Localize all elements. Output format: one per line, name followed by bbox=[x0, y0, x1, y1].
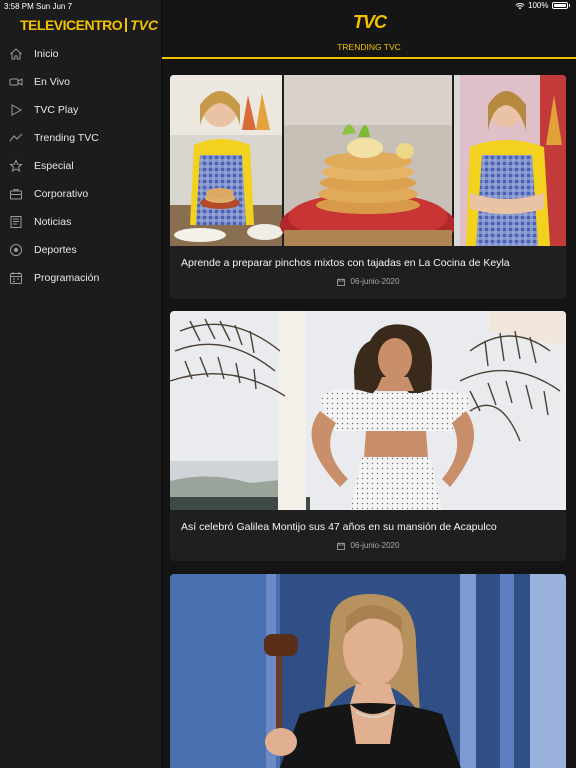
calendar-icon bbox=[9, 271, 23, 285]
sidebar-item-tvc-play[interactable]: TVC Play bbox=[0, 96, 160, 124]
sidebar-item-label: Noticias bbox=[34, 216, 72, 228]
status-time: 3:58 PM bbox=[4, 2, 34, 11]
sidebar-item-programacion[interactable]: Programación bbox=[0, 264, 160, 292]
sidebar-item-label: Inicio bbox=[34, 48, 59, 60]
brand-logo[interactable]: TELEVICENTRO TVC bbox=[20, 15, 158, 35]
sidebar-item-corporativo[interactable]: Corporativo bbox=[0, 180, 160, 208]
star-icon bbox=[9, 159, 23, 173]
sidebar-item-deportes[interactable]: Deportes bbox=[0, 236, 160, 264]
article-date-text: 06-junio-2020 bbox=[350, 277, 400, 286]
sidebar-item-trending-tvc[interactable]: Trending TVC bbox=[0, 124, 160, 152]
sidebar-item-label: TVC Play bbox=[34, 104, 79, 116]
battery-icon bbox=[551, 2, 568, 9]
brand-short: TVC bbox=[130, 17, 159, 33]
sidebar-item-label: En Vivo bbox=[34, 76, 70, 88]
article-image[interactable] bbox=[170, 574, 566, 768]
header-logo[interactable]: TVC bbox=[353, 12, 387, 33]
article-title[interactable]: Aprende a preparar pinchos mixtos con ta… bbox=[170, 257, 566, 269]
article-card[interactable]: Así celebró Galilea Montijo sus 47 años … bbox=[170, 311, 566, 561]
status-right: 100% bbox=[515, 1, 570, 10]
article-title[interactable]: Así celebró Galilea Montijo sus 47 años … bbox=[170, 521, 566, 533]
trending-icon bbox=[9, 131, 23, 145]
brand-word: TELEVICENTRO bbox=[20, 17, 123, 33]
status-bar: 3:58 PM Sun Jun 7 100% bbox=[0, 0, 576, 12]
sidebar-item-label: Deportes bbox=[34, 244, 77, 256]
sidebar-item-label: Especial bbox=[34, 160, 74, 172]
wifi-icon bbox=[515, 2, 525, 9]
article-date: 06-junio-2020 bbox=[170, 277, 566, 286]
sidebar-item-inicio[interactable]: Inicio bbox=[0, 40, 160, 68]
play-icon bbox=[9, 103, 23, 117]
article-date-text: 06-junio-2020 bbox=[350, 541, 400, 550]
calendar-icon bbox=[336, 542, 345, 550]
battery-percent: 100% bbox=[528, 1, 549, 10]
sidebar-item-label: Trending TVC bbox=[34, 132, 99, 144]
video-camera-icon bbox=[9, 75, 23, 89]
sidebar-item-en-vivo[interactable]: En Vivo bbox=[0, 68, 160, 96]
sidebar-item-noticias[interactable]: Noticias bbox=[0, 208, 160, 236]
sidebar-nav: Inicio En Vivo TVC Play Trending TVC Esp… bbox=[0, 40, 160, 292]
sidebar-item-especial[interactable]: Especial bbox=[0, 152, 160, 180]
status-date: Sun Jun 7 bbox=[36, 2, 73, 11]
article-date: 06-junio-2020 bbox=[170, 541, 566, 550]
briefcase-icon bbox=[9, 187, 23, 201]
calendar-icon bbox=[336, 278, 345, 286]
article-image[interactable] bbox=[170, 311, 566, 510]
article-card[interactable]: Aprende a preparar pinchos mixtos con ta… bbox=[170, 75, 566, 299]
sidebar: TELEVICENTRO TVC Inicio En Vivo TVC Play bbox=[0, 0, 162, 768]
home-icon bbox=[9, 47, 23, 61]
article-feed[interactable]: Aprende a preparar pinchos mixtos con ta… bbox=[162, 59, 576, 768]
section-title: TRENDING TVC bbox=[337, 42, 401, 52]
newspaper-icon bbox=[9, 215, 23, 229]
soccer-ball-icon bbox=[9, 243, 23, 257]
sidebar-item-label: Corporativo bbox=[34, 188, 89, 200]
article-card[interactable] bbox=[170, 574, 566, 768]
article-image[interactable] bbox=[170, 75, 566, 246]
sidebar-item-label: Programación bbox=[34, 272, 100, 284]
